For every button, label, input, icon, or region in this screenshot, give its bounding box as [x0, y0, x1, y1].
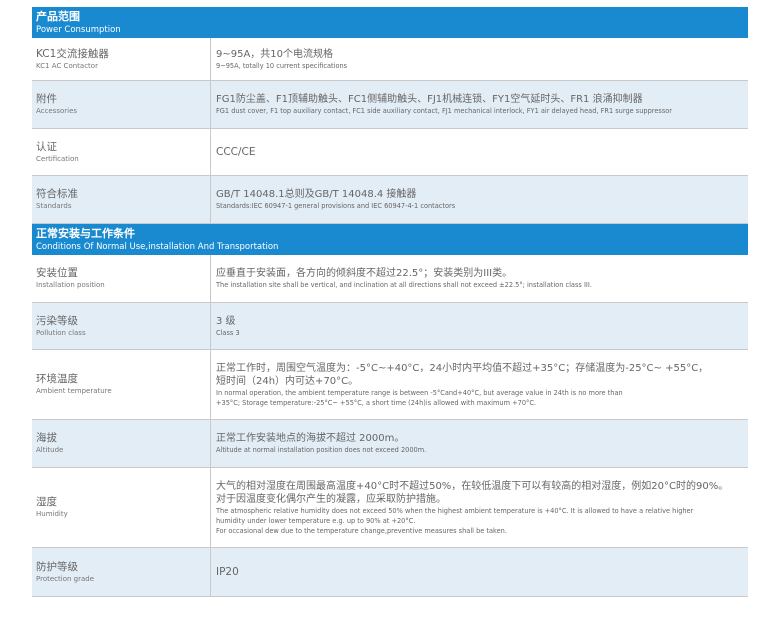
spec-row-pollution-class: 污染等级 Pollution class 3 级 Class 3 — [32, 303, 748, 350]
row-value-en-line: +35°C; Storage temperature:-25°C~ +55°C,… — [216, 398, 537, 407]
section-title-en: Conditions Of Normal Use,installation An… — [36, 242, 279, 252]
row-value: 应垂直于安装面，各方向的倾斜度不超过22.5°；安装类别为III类。 The i… — [211, 255, 748, 302]
row-value-zh: 3 级 — [216, 315, 236, 327]
row-label: 污染等级 Pollution class — [32, 303, 211, 349]
row-value: CCC/CE — [211, 129, 748, 175]
row-label-zh: KC1交流接触器 — [36, 47, 109, 60]
spec-row-ambient-temperature: 环境温度 Ambient temperature 正常工作时，周围空气温度为：-… — [32, 350, 748, 420]
spec-row-protection-grade: 防护等级 Protection grade IP20 — [32, 548, 748, 597]
row-label-en: Standards — [36, 202, 72, 210]
row-value-zh: 9~95A，共10个电流规格 — [216, 48, 334, 60]
row-value-zh: FG1防尘盖、F1顶辅助触头、FC1侧辅助触头、FJ1机械连锁、FY1空气延时头… — [216, 94, 643, 105]
row-value-zh: IP20 — [216, 566, 239, 578]
row-label: 安装位置 Installation position — [32, 255, 211, 302]
row-value-zh-line: 大气的相对湿度在周围最高温度+40°C时不超过50%，在较低温度下可以有较高的相… — [216, 480, 729, 492]
section-title-en: Power Consumption — [36, 25, 121, 35]
row-label: 防护等级 Protection grade — [32, 548, 211, 596]
row-value: 正常工作安装地点的海拔不超过 2000m。 Altitude at normal… — [211, 420, 748, 467]
row-value-zh: GB/T 14048.1总则及GB/T 14048.4 接触器 — [216, 189, 417, 200]
row-value: FG1防尘盖、F1顶辅助触头、FC1侧辅助触头、FJ1机械连锁、FY1空气延时头… — [211, 81, 748, 128]
row-value: 3 级 Class 3 — [211, 303, 748, 349]
row-value-en: 9~95A, totally 10 current specifications — [216, 61, 348, 70]
row-value-en-line: The atmospheric relative humidity does n… — [216, 506, 694, 515]
row-label-zh: 环境温度 — [36, 373, 78, 385]
row-label-en: Pollution class — [36, 328, 86, 337]
row-label: KC1交流接触器 KC1 AC Contactor — [32, 38, 211, 80]
row-value-zh: CCC/CE — [216, 146, 256, 158]
row-label: 附件 Accessories — [32, 81, 211, 128]
row-value-zh-line: 对于因温度变化偶尔产生的凝露，应采取防护措施。 — [216, 493, 446, 505]
row-label-zh: 湿度 — [36, 496, 57, 508]
row-label: 认证 Certification — [32, 129, 211, 175]
section-title-zh: 产品范围 — [36, 10, 80, 23]
row-value: 大气的相对湿度在周围最高温度+40°C时不超过50%，在较低温度下可以有较高的相… — [211, 468, 748, 547]
spec-row-accessories: 附件 Accessories FG1防尘盖、F1顶辅助触头、FC1侧辅助触头、F… — [32, 81, 748, 129]
row-label-zh: 符合标准 — [36, 188, 78, 200]
spec-row-installation-position: 安装位置 Installation position 应垂直于安装面，各方向的倾… — [32, 255, 748, 303]
section-header-product-range: 产品范围 Power Consumption — [32, 7, 748, 38]
row-label-en: Certification — [36, 154, 79, 163]
row-label: 海拔 Altitude — [32, 420, 211, 467]
row-value-zh-line: 短时间（24h）内可达+70°C。 — [216, 375, 359, 387]
row-value: 正常工作时，周围空气温度为：-5°C~+40°C，24小时内平均值不超过+35°… — [211, 350, 748, 419]
row-value-en-line: In normal operation, the ambient tempera… — [216, 388, 623, 397]
row-label-en: KC1 AC Contactor — [36, 61, 98, 70]
section-title-zh: 正常安装与工作条件 — [36, 227, 135, 240]
row-value-en-line: For occasional dew due to the temperatur… — [216, 526, 507, 535]
row-value-en: Altitude at normal installation position… — [216, 446, 427, 454]
row-label: 湿度 Humidity — [32, 468, 211, 547]
row-value-zh-line: 正常工作时，周围空气温度为：-5°C~+40°C，24小时内平均值不超过+35°… — [216, 362, 709, 374]
row-label-en: Accessories — [36, 107, 78, 115]
row-value-en: The installation site shall be vertical,… — [216, 281, 592, 289]
row-label-zh: 污染等级 — [36, 314, 78, 327]
row-label-en: Humidity — [36, 510, 68, 518]
spec-row-standards: 符合标准 Standards GB/T 14048.1总则及GB/T 14048… — [32, 176, 748, 224]
row-label-en: Installation position — [36, 281, 105, 289]
row-label-zh: 海拔 — [36, 432, 57, 444]
spec-row-humidity: 湿度 Humidity 大气的相对湿度在周围最高温度+40°C时不超过50%，在… — [32, 468, 748, 548]
row-label-zh: 防护等级 — [36, 560, 78, 573]
row-label-en: Altitude — [36, 446, 64, 454]
row-label-en: Ambient temperature — [36, 387, 112, 395]
row-label-en: Protection grade — [36, 574, 94, 583]
spec-row-certification: 认证 Certification CCC/CE — [32, 129, 748, 176]
row-value-zh: 应垂直于安装面，各方向的倾斜度不超过22.5°；安装类别为III类。 — [216, 268, 513, 279]
row-value-en: FG1 dust cover, F1 top auxiliary contact… — [216, 107, 673, 115]
row-value-en: Class 3 — [216, 328, 240, 337]
row-value-en-line: humidity under lower temperature e.g. up… — [216, 516, 416, 525]
row-value-zh: 正常工作安装地点的海拔不超过 2000m。 — [216, 433, 405, 444]
row-value: IP20 — [211, 548, 748, 596]
row-value-en: Standards:IEC 60947-1 general provisions… — [216, 202, 456, 210]
row-label-zh: 认证 — [36, 140, 57, 153]
row-label-zh: 安装位置 — [36, 267, 78, 279]
spec-row-kc1-contactor: KC1交流接触器 KC1 AC Contactor 9~95A，共10个电流规格… — [32, 38, 748, 81]
row-value: 9~95A，共10个电流规格 9~95A, totally 10 current… — [211, 38, 748, 80]
row-label: 环境温度 Ambient temperature — [32, 350, 211, 419]
row-value: GB/T 14048.1总则及GB/T 14048.4 接触器 Standard… — [211, 176, 748, 223]
row-label: 符合标准 Standards — [32, 176, 211, 223]
spec-sheet: 产品范围 Power Consumption KC1交流接触器 KC1 AC C… — [32, 7, 748, 597]
section-header-normal-conditions: 正常安装与工作条件 Conditions Of Normal Use,insta… — [32, 224, 748, 255]
spec-row-altitude: 海拔 Altitude 正常工作安装地点的海拔不超过 2000m。 Altitu… — [32, 420, 748, 468]
row-label-zh: 附件 — [36, 93, 57, 105]
